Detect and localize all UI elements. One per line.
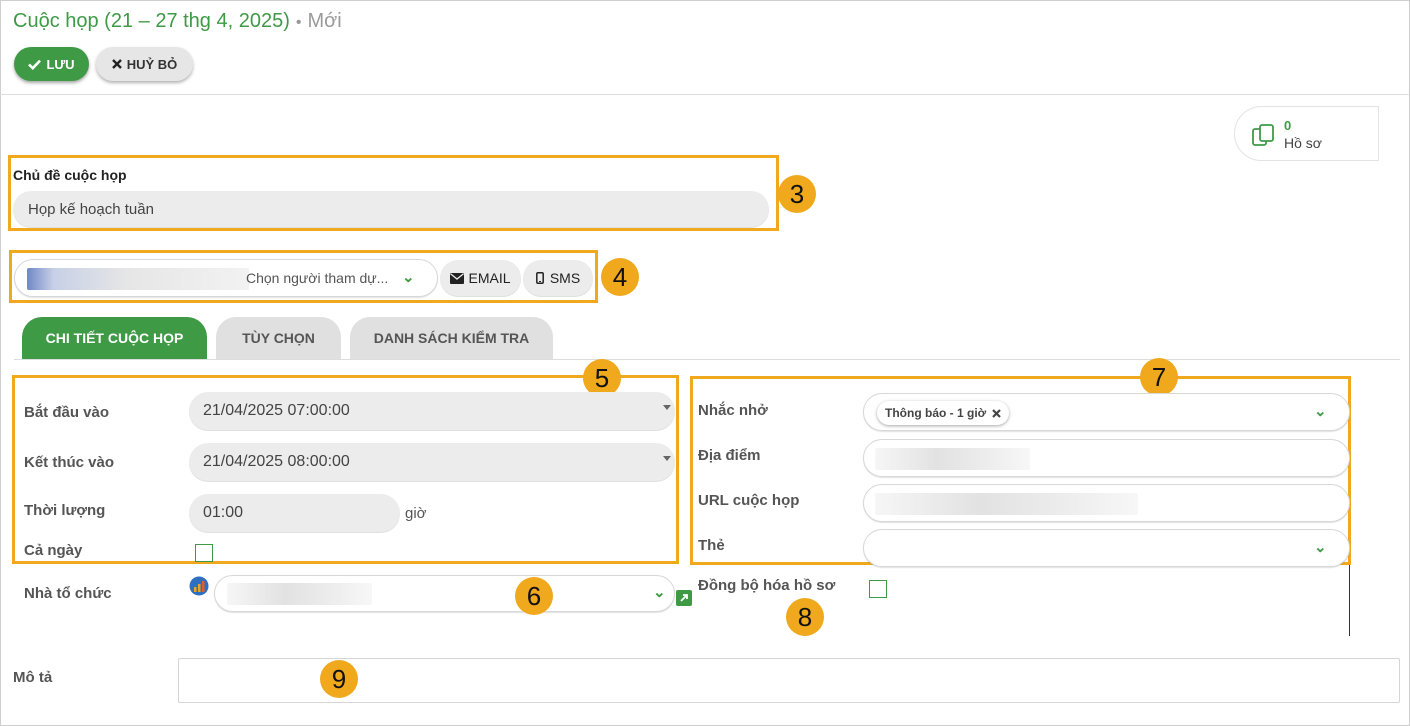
attendees-placeholder: Chọn người tham dự... (246, 270, 389, 286)
tab-checklist[interactable]: DANH SÁCH KIỂM TRA (350, 317, 553, 359)
cancel-button[interactable]: HUỶ BỎ (96, 47, 193, 81)
subject-label: Chủ đề cuộc họp (13, 167, 127, 183)
sms-button[interactable]: SMS (523, 260, 593, 296)
end-datetime-input[interactable]: 21/04/2025 08:00:00 (189, 443, 675, 481)
page-title: Cuộc họp (21 – 27 thg 4, 2025) • Mới (13, 10, 342, 33)
meeting-url-label: URL cuộc họp (698, 492, 800, 509)
sms-button-label: SMS (549, 270, 581, 286)
caret-down-icon[interactable] (663, 456, 671, 461)
tab-meeting-details-label: CHI TIẾT CUỘC HỌP (45, 330, 184, 346)
title-separator: • (295, 14, 302, 31)
tab-checklist-label: DANH SÁCH KIỂM TRA (373, 330, 530, 346)
start-value: 21/04/2025 07:00:00 (203, 402, 350, 419)
allday-label: Cả ngày (24, 542, 83, 559)
column-divider (1349, 565, 1350, 636)
callout-badge-9: 9 (320, 660, 358, 698)
subject-value: Họp kế hoạch tuần (28, 200, 154, 218)
tags-select[interactable]: ⌄ (863, 529, 1350, 567)
location-value-blurred (875, 448, 1030, 470)
mobile-phone-icon (535, 272, 544, 284)
start-datetime-input[interactable]: 21/04/2025 07:00:00 (189, 392, 675, 430)
form-window (0, 0, 1410, 726)
records-count: 0 (1284, 118, 1292, 133)
callout-badge-4: 4 (601, 258, 639, 296)
records-label: Hồ sơ (1284, 135, 1322, 151)
description-input[interactable] (178, 658, 1400, 703)
meeting-url-input[interactable] (863, 484, 1350, 522)
sync-records-label: Đồng bộ hóa hồ sơ (698, 577, 836, 594)
close-icon (111, 59, 122, 69)
callout-badge-8: 8 (786, 598, 824, 636)
organizer-select[interactable]: ⌄ (214, 575, 675, 612)
duration-input[interactable]: 01:00 (189, 494, 400, 532)
save-button-label: LƯU (46, 56, 75, 72)
duration-label: Thời lượng (24, 502, 106, 519)
organizer-label: Nhà tổ chức (24, 585, 112, 602)
duration-value: 01:00 (203, 504, 244, 521)
email-button-label: EMAIL (468, 270, 511, 286)
check-icon (28, 59, 42, 70)
record-status: Mới (307, 10, 342, 32)
external-link-icon[interactable] (676, 590, 692, 606)
tabs-divider (14, 359, 1400, 360)
envelope-icon (450, 272, 465, 284)
tab-options[interactable]: TÙY CHỌN (216, 317, 341, 359)
callout-badge-6: 6 (515, 577, 553, 615)
location-label: Địa điểm (698, 447, 761, 464)
user-avatar-icon (189, 576, 209, 596)
end-label: Kết thúc vào (24, 454, 115, 471)
end-value: 21/04/2025 08:00:00 (203, 453, 350, 470)
allday-checkbox[interactable] (195, 544, 213, 562)
save-button[interactable]: LƯU (14, 47, 89, 81)
header-divider (0, 94, 1410, 95)
tags-label: Thẻ (698, 537, 725, 554)
tab-options-label: TÙY CHỌN (242, 330, 315, 346)
chevron-down-icon[interactable]: ⌄ (1314, 538, 1327, 556)
documents-icon (1252, 124, 1274, 146)
reminder-label: Nhắc nhở (698, 402, 768, 419)
meeting-url-value-blurred (875, 493, 1138, 515)
attendees-select[interactable]: Chọn người tham dự... ⌄ (14, 259, 438, 297)
subject-input[interactable]: Họp kế hoạch tuần (13, 191, 769, 227)
email-button[interactable]: EMAIL (440, 260, 521, 296)
attendee-avatar-blurred (27, 268, 249, 290)
reminder-tag: Thông báo - 1 giờ (877, 401, 1010, 425)
chevron-down-icon[interactable]: ⌄ (653, 583, 666, 601)
tab-meeting-details[interactable]: CHI TIẾT CUỘC HỌP (22, 317, 207, 359)
callout-badge-3: 3 (778, 175, 816, 213)
remove-tag-icon[interactable] (992, 408, 1001, 418)
records-smart-button[interactable]: 0 Hồ sơ (1234, 106, 1379, 161)
description-label: Mô tả (13, 669, 53, 686)
chevron-down-icon[interactable]: ⌄ (1314, 402, 1327, 420)
location-input[interactable] (863, 439, 1350, 477)
start-label: Bắt đầu vào (24, 404, 110, 421)
chevron-down-icon[interactable]: ⌄ (402, 268, 415, 286)
sync-records-checkbox[interactable] (869, 580, 887, 598)
duration-unit: giờ (405, 505, 427, 522)
title-text: Cuộc họp (21 – 27 thg 4, 2025) (13, 10, 290, 32)
callout-badge-7: 7 (1140, 358, 1178, 396)
organizer-name-blurred (227, 583, 372, 605)
caret-down-icon[interactable] (663, 405, 671, 410)
cancel-button-label: HUỶ BỎ (126, 56, 178, 72)
reminder-tag-label: Thông báo - 1 giờ (885, 406, 987, 420)
